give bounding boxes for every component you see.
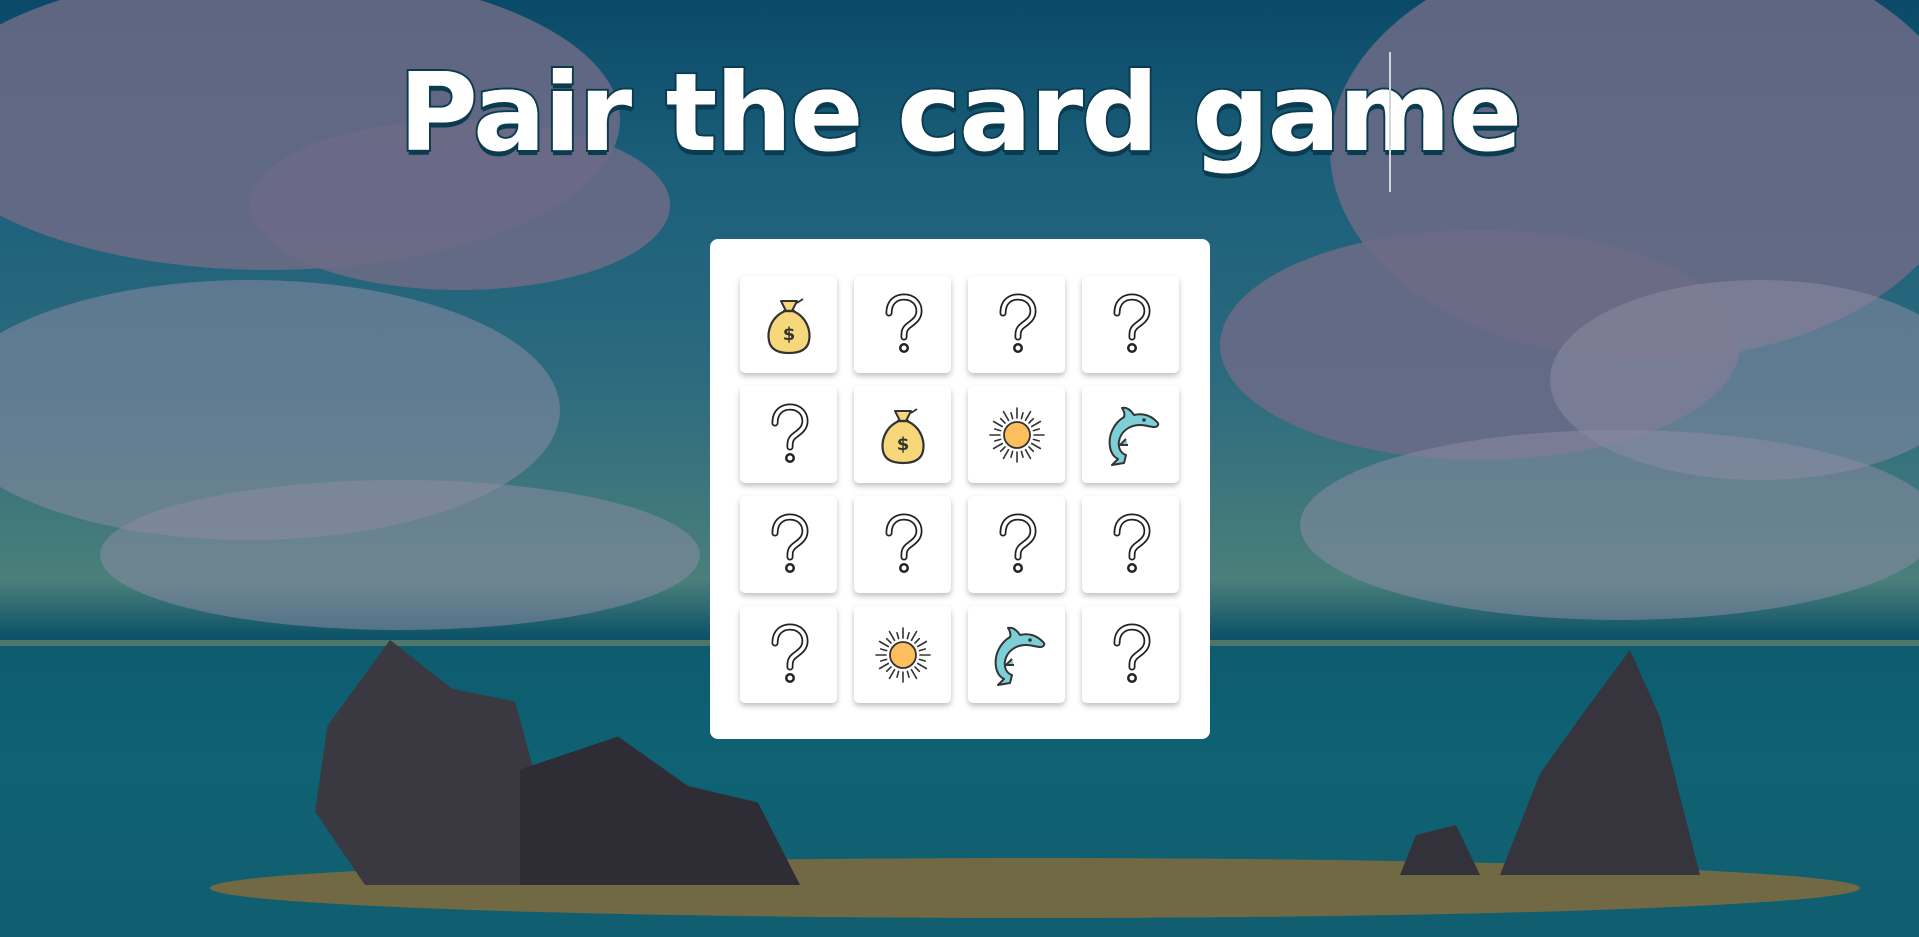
money-bag-icon: $: [761, 293, 817, 357]
cloud: [100, 480, 700, 630]
card-hidden[interactable]: [968, 496, 1065, 593]
card-revealed[interactable]: $: [854, 386, 951, 483]
question-mark-icon: [761, 512, 817, 577]
card-hidden[interactable]: [740, 496, 837, 593]
card-revealed[interactable]: [968, 606, 1065, 703]
card-hidden[interactable]: [740, 386, 837, 483]
svg-text:$: $: [896, 434, 909, 455]
card-hidden[interactable]: [1082, 276, 1179, 373]
money-bag-icon: $: [875, 403, 931, 467]
card-hidden[interactable]: [968, 276, 1065, 373]
card-hidden[interactable]: [1082, 496, 1179, 593]
card-hidden[interactable]: [1082, 606, 1179, 703]
dolphin-icon: [1100, 403, 1162, 467]
game-title: Pair the card game: [397, 51, 1524, 176]
question-mark-icon: [1103, 292, 1159, 357]
card-hidden[interactable]: [740, 606, 837, 703]
sun-icon: [873, 625, 933, 685]
card-revealed[interactable]: [1082, 386, 1179, 483]
question-mark-icon: [761, 402, 817, 467]
game-board: $ $: [710, 239, 1210, 739]
card-hidden[interactable]: [854, 496, 951, 593]
text-caret: [1389, 52, 1391, 192]
question-mark-icon: [1103, 512, 1159, 577]
card-revealed[interactable]: $: [740, 276, 837, 373]
question-mark-icon: [875, 292, 931, 357]
card-revealed[interactable]: [968, 386, 1065, 483]
question-mark-icon: [989, 292, 1045, 357]
svg-text:$: $: [782, 324, 795, 345]
question-mark-icon: [1103, 622, 1159, 687]
card-hidden[interactable]: [854, 276, 951, 373]
question-mark-icon: [989, 512, 1045, 577]
card-revealed[interactable]: [854, 606, 951, 703]
sun-icon: [987, 405, 1047, 465]
question-mark-icon: [761, 622, 817, 687]
question-mark-icon: [875, 512, 931, 577]
dolphin-icon: [986, 623, 1048, 687]
